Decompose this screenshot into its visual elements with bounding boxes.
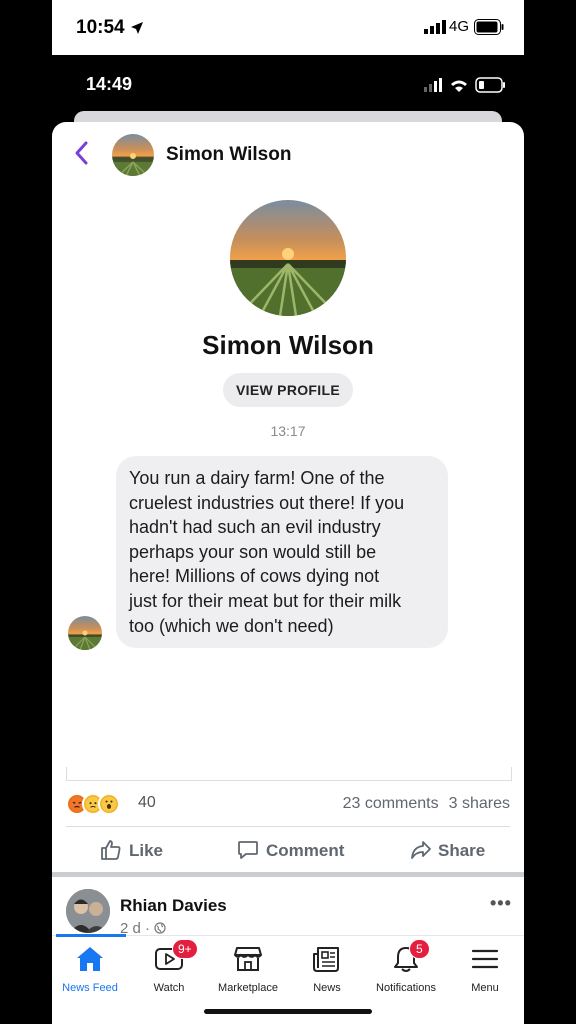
reaction-count: 40 — [138, 794, 156, 811]
share-button[interactable]: Share — [409, 838, 499, 864]
sunset-field-image — [112, 134, 154, 176]
post-author-name[interactable]: Rhian Davies — [120, 896, 227, 916]
message-line: too (which we don't need) — [129, 615, 334, 636]
profile-name: Simon Wilson — [202, 330, 374, 360]
message-line: here! Millions of cows dying not — [129, 566, 380, 587]
battery-icon — [474, 19, 504, 35]
feed-separator — [52, 872, 524, 877]
header-avatar[interactable] — [112, 134, 154, 176]
home-indicator[interactable] — [204, 1009, 372, 1014]
inner-status-bar: 14:49 — [52, 55, 524, 115]
sunset-field-image — [68, 616, 102, 650]
author-photo — [66, 889, 110, 933]
watch-badge: 9+ — [172, 939, 198, 959]
divider — [66, 826, 510, 827]
thumbs-up-icon — [101, 840, 121, 860]
post-actions: Like Comment Share — [52, 830, 524, 870]
conversation-title[interactable]: Simon Wilson — [166, 144, 291, 166]
news-icon — [313, 947, 339, 972]
outer-status-bar: 10:54 4G — [52, 0, 524, 55]
message-bubble[interactable]: You run a dairy farm! One of the crueles… — [116, 456, 448, 648]
network-type: 4G — [449, 18, 470, 35]
globe-icon — [154, 922, 166, 934]
tab-news-feed[interactable]: News Feed — [52, 937, 130, 1007]
tab-news[interactable]: News — [287, 937, 367, 1007]
engagement-stats: 23 comments 3 shares — [333, 795, 510, 813]
message-line: hadn't had such an evil industry — [129, 517, 381, 538]
back-arrow-icon[interactable] — [72, 140, 92, 166]
message-line: cruelest industries out there! If you — [129, 492, 405, 513]
location-arrow-icon — [131, 22, 143, 34]
inner-clock: 14:49 — [86, 74, 133, 94]
message-line: perhaps your son would still be — [129, 541, 377, 562]
notifications-badge: 5 — [409, 939, 430, 959]
message-line: You run a dairy farm! One of the — [129, 468, 385, 488]
menu-icon — [471, 949, 499, 969]
message-timestamp: 13:17 — [270, 423, 306, 439]
outer-clock: 10:54 — [76, 17, 125, 38]
more-options-icon[interactable]: ••• — [490, 893, 512, 914]
signal-icon — [424, 20, 446, 34]
tab-watch[interactable]: 9+ Watch — [129, 937, 209, 1007]
marketplace-icon — [234, 947, 262, 971]
author-avatar[interactable] — [66, 889, 110, 933]
home-icon — [77, 947, 103, 971]
profile-avatar[interactable] — [230, 200, 346, 316]
message-line: just for their meat but for their milk — [129, 590, 402, 611]
share-arrow-icon — [411, 841, 431, 859]
tab-notifications[interactable]: 5 Notifications — [366, 937, 446, 1007]
comment-button[interactable]: Comment — [236, 838, 346, 864]
inner-status-icons — [424, 77, 505, 93]
messenger-card: Simon Wilson Simon Wilson VIEW PROFILE 1… — [52, 122, 524, 825]
like-button[interactable]: Like — [99, 838, 179, 864]
tab-marketplace[interactable]: Marketplace — [208, 937, 288, 1007]
sender-avatar — [68, 616, 102, 650]
comments-count[interactable]: 23 comments — [343, 795, 439, 812]
post-image-frame — [66, 767, 512, 781]
comment-bubble-icon — [238, 841, 258, 859]
sunset-field-image — [230, 200, 346, 316]
tab-menu[interactable]: Menu — [445, 937, 524, 1007]
view-profile-button[interactable]: VIEW PROFILE — [223, 373, 353, 407]
wow-icon — [98, 793, 120, 815]
phone-screen: 10:54 4G 14:49 Simon Wilson Simon Wilson… — [52, 0, 524, 1024]
shares-count[interactable]: 3 shares — [449, 795, 510, 812]
